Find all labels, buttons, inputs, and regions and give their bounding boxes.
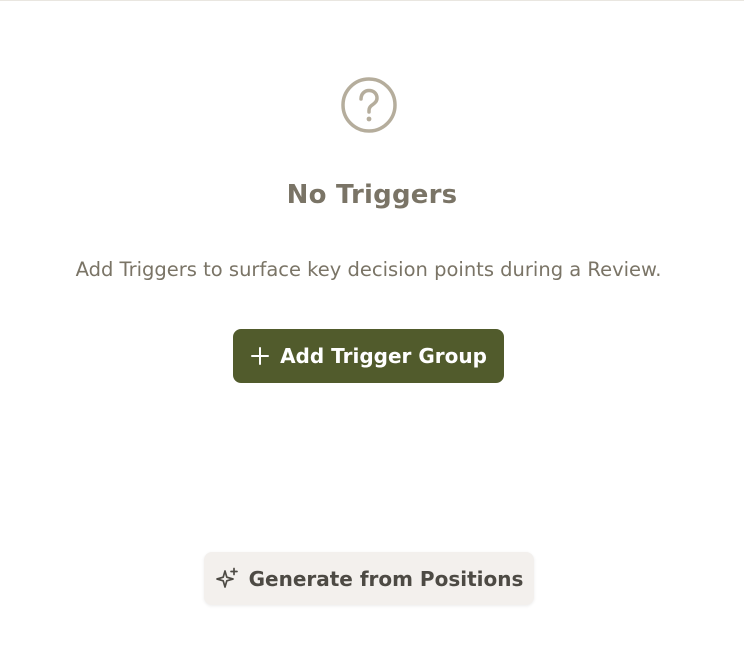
generate-from-positions-button[interactable]: Generate from Positions xyxy=(204,552,534,605)
add-trigger-group-label: Add Trigger Group xyxy=(280,344,487,368)
triggers-panel: No Triggers Add Triggers to surface key … xyxy=(0,0,744,662)
empty-state-description: Add Triggers to surface key decision poi… xyxy=(75,258,662,281)
sparkle-icon xyxy=(215,567,239,591)
empty-state-title: No Triggers xyxy=(286,180,458,210)
question-circle-icon xyxy=(340,76,398,134)
plus-icon xyxy=(250,346,270,366)
generate-from-positions-label: Generate from Positions xyxy=(248,566,524,591)
add-trigger-group-button[interactable]: Add Trigger Group xyxy=(233,329,504,383)
